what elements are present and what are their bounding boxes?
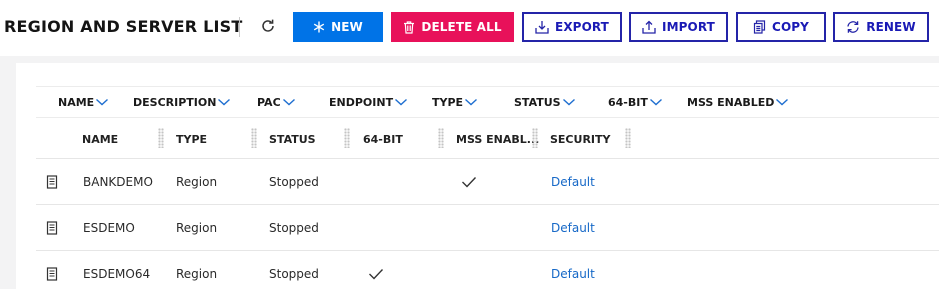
filter-label: 64-BIT (608, 95, 648, 109)
filter-label: STATUS (514, 95, 561, 109)
copy-button[interactable]: COPY (736, 12, 826, 42)
chevron-down-icon (96, 98, 109, 106)
filter-type[interactable]: TYPE (432, 87, 478, 117)
column-header-name[interactable]: NAME (82, 119, 118, 159)
filter-label: TYPE (432, 95, 464, 109)
import-button-label: IMPORT (662, 20, 715, 34)
export-button-label: EXPORT (555, 20, 609, 34)
table-row[interactable]: ESDEMO64 Region Stopped Default (36, 251, 939, 289)
column-resize-handle[interactable] (251, 128, 257, 148)
delete-all-button-label: DELETE ALL (421, 20, 502, 34)
cell-status: Stopped (269, 267, 319, 281)
asterisk-icon (313, 21, 325, 33)
cell-name: ESDEMO (83, 221, 135, 235)
import-button[interactable]: IMPORT (629, 12, 728, 42)
cell-name: BANKDEMO (83, 175, 153, 189)
table-row[interactable]: BANKDEMO Region Stopped Default (36, 159, 939, 205)
page-header: REGION AND SERVER LIST NEW DELETE ALL EX… (0, 0, 939, 56)
grid-header: NAME TYPE STATUS 64-BIT MSS ENABL... SEC… (36, 119, 939, 159)
filter-label: ENDPOINT (329, 95, 394, 109)
column-resize-handle[interactable] (625, 128, 631, 148)
document-icon[interactable] (46, 251, 58, 289)
chevron-down-icon (395, 98, 408, 106)
column-resize-handle[interactable] (532, 128, 538, 148)
cell-type: Region (176, 267, 218, 281)
column-header-mss-enabled[interactable]: MSS ENABL... (456, 119, 539, 159)
filter-label: PAC (257, 95, 281, 109)
import-icon (642, 20, 656, 34)
filter-bar: NAME DESCRIPTION PAC ENDPOINT TYPE STATU… (36, 86, 939, 118)
chevron-down-icon (465, 98, 478, 106)
filter-label: NAME (58, 95, 95, 109)
copy-button-label: COPY (772, 20, 809, 34)
cell-type: Region (176, 221, 218, 235)
export-button[interactable]: EXPORT (522, 12, 622, 42)
document-icon[interactable] (46, 205, 58, 251)
cell-security-link[interactable]: Default (551, 251, 595, 289)
column-header-security[interactable]: SECURITY (550, 119, 610, 159)
column-resize-handle[interactable] (438, 128, 444, 148)
trash-icon (404, 20, 415, 34)
new-button-label: NEW (331, 20, 363, 34)
refresh-button[interactable] (256, 14, 280, 38)
chevron-down-icon (776, 98, 789, 106)
filter-name[interactable]: NAME (58, 87, 109, 117)
filter-64-bit[interactable]: 64-BIT (608, 87, 663, 117)
refresh-icon (262, 19, 274, 32)
cell-name: ESDEMO64 (83, 267, 151, 281)
renew-button-label: RENEW (866, 20, 916, 34)
new-button[interactable]: NEW (293, 12, 383, 42)
filter-description[interactable]: DESCRIPTION (133, 87, 231, 117)
page-title: REGION AND SERVER LIST (4, 17, 243, 36)
chevron-down-icon (218, 98, 231, 106)
table-row[interactable]: ESDEMO Region Stopped Default (36, 205, 939, 251)
filter-status[interactable]: STATUS (514, 87, 576, 117)
cell-security-link[interactable]: Default (551, 159, 595, 205)
region-list-card: NAME DESCRIPTION PAC ENDPOINT TYPE STATU… (16, 63, 939, 289)
column-header-64-bit[interactable]: 64-BIT (363, 119, 403, 159)
delete-all-button[interactable]: DELETE ALL (391, 12, 514, 42)
chevron-down-icon (649, 98, 662, 106)
export-icon (535, 21, 549, 34)
renew-icon (847, 21, 859, 33)
copy-icon (753, 20, 766, 34)
cell-type: Region (176, 175, 218, 189)
filter-pac[interactable]: PAC (257, 87, 296, 117)
filter-endpoint[interactable]: ENDPOINT (329, 87, 408, 117)
filter-label: MSS ENABLED (687, 95, 775, 109)
chevron-down-icon (562, 98, 575, 106)
title-divider (239, 17, 240, 37)
column-header-type[interactable]: TYPE (176, 119, 207, 159)
check-icon (368, 251, 384, 289)
filter-mss-enabled[interactable]: MSS ENABLED (687, 87, 789, 117)
cell-status: Stopped (269, 175, 319, 189)
column-resize-handle[interactable] (344, 128, 350, 148)
cell-security-link[interactable]: Default (551, 205, 595, 251)
cell-status: Stopped (269, 221, 319, 235)
chevron-down-icon (282, 98, 295, 106)
column-resize-handle[interactable] (158, 128, 164, 148)
renew-button[interactable]: RENEW (833, 12, 929, 42)
check-icon (461, 159, 477, 205)
document-icon[interactable] (46, 159, 58, 205)
column-header-status[interactable]: STATUS (269, 119, 316, 159)
filter-label: DESCRIPTION (133, 95, 217, 109)
